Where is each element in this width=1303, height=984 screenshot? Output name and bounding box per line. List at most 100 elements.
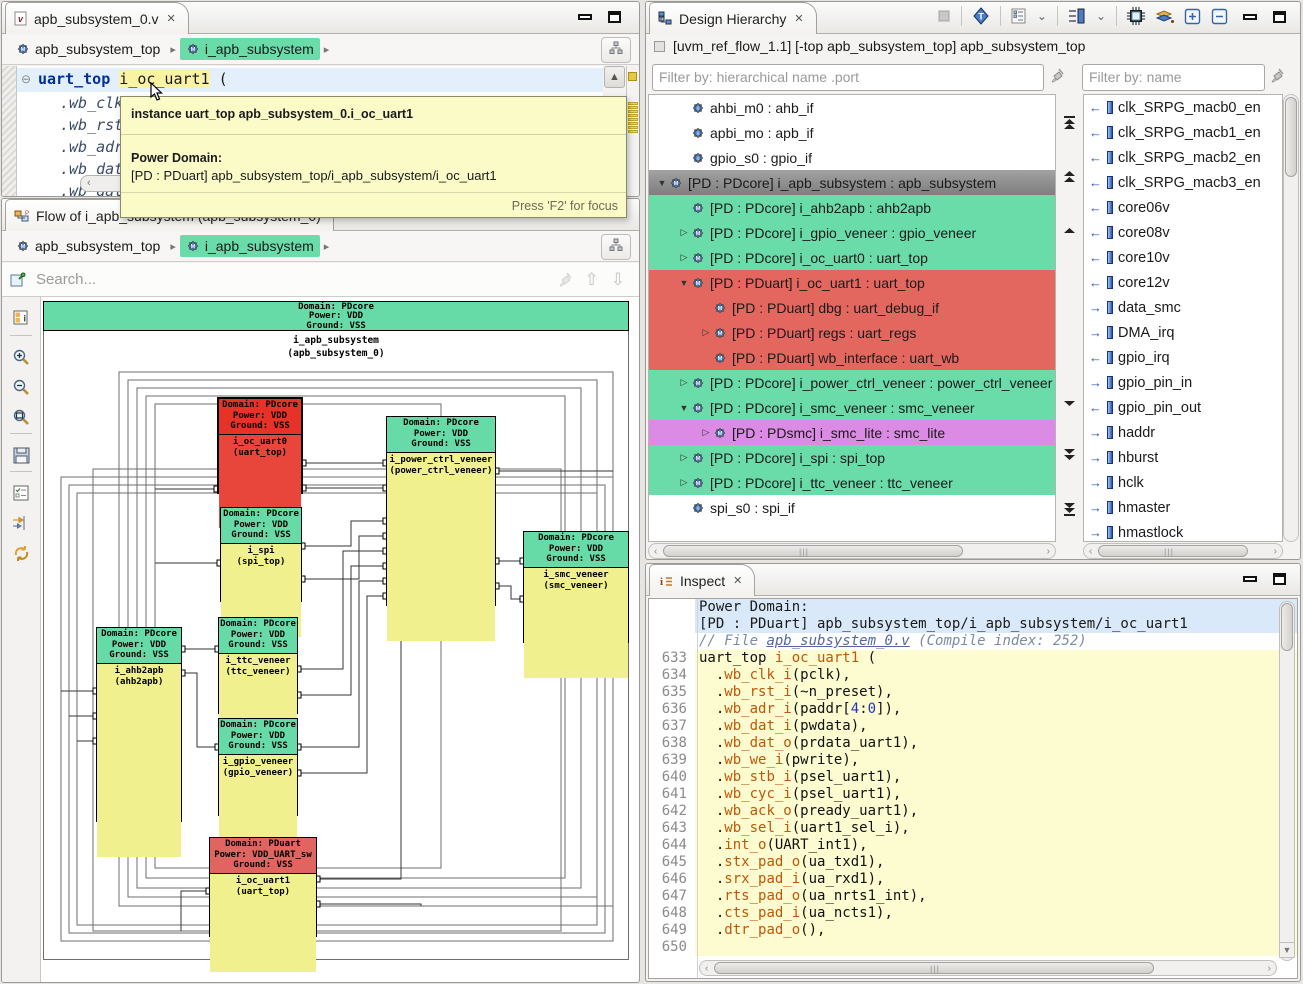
inspect-vscrollbar[interactable]	[1279, 601, 1295, 961]
port-item-core12v[interactable]: ←core12v	[1084, 270, 1282, 295]
expand-arrow-icon[interactable]: ▷	[699, 427, 713, 438]
tree-row[interactable]: ▷M[PD : PDcore] i_ttc_veneer : ttc_venee…	[649, 470, 1055, 495]
trace-signals-icon[interactable]	[9, 511, 33, 535]
ports-filter-input[interactable]: Filter by: name	[1082, 64, 1265, 91]
next-match-icon[interactable]: ⇩	[611, 270, 625, 290]
breadcrumb-item-i_apb_subsystem[interactable]: Mi_apb_subsystem	[180, 235, 320, 257]
breadcrumb-item-apb_subsystem_top[interactable]: Mapb_subsystem_top	[10, 38, 166, 60]
expand-arrow-icon[interactable]: ▷	[677, 227, 691, 238]
filter-types-icon[interactable]: T	[972, 7, 990, 25]
pin-view-icon[interactable]	[10, 272, 26, 288]
save-icon[interactable]	[9, 443, 33, 467]
port-item-hclk[interactable]: →hclk	[1084, 470, 1282, 495]
port-item-gpio_irq[interactable]: ←gpio_irq	[1084, 345, 1282, 370]
breadcrumb-toggle-button[interactable]	[601, 234, 631, 260]
port-item-DMA_irq[interactable]: →DMA_irq	[1084, 320, 1282, 345]
tree-row[interactable]: iapbi_mo : apb_if	[649, 120, 1055, 145]
port-item-data_smc[interactable]: →data_smc	[1084, 295, 1282, 320]
link-disabled-icon[interactable]	[937, 9, 951, 23]
expand-arrow-icon[interactable]: ▷	[677, 252, 691, 263]
tree-row[interactable]: igpio_s0 : gpio_if	[649, 145, 1055, 170]
tree-row[interactable]: ▼M[PD : PDcore] i_apb_subsystem : apb_su…	[649, 170, 1055, 195]
tree-row[interactable]: ▷M[PD : PDcore] i_oc_uart0 : uart_top	[649, 245, 1055, 270]
tree-row[interactable]: M[PD : PDuart] wb_interface : uart_wb	[649, 345, 1055, 370]
step-down-icon[interactable]	[1062, 396, 1077, 415]
tree-row[interactable]: M[PD : PDuart] dbg : uart_debug_if	[649, 295, 1055, 320]
diagram-block-i_smc_veneer[interactable]: Domain: PDcorePower: VDDGround: VSSi_smc…	[523, 531, 629, 643]
port-item-gpio_pin_out[interactable]: ←gpio_pin_out	[1084, 395, 1282, 420]
occurrence-marker[interactable]	[628, 114, 638, 117]
inspect-hscrollbar[interactable]: ‹› |||	[699, 960, 1277, 976]
page-down-icon[interactable]	[1062, 448, 1077, 467]
clear-filter-icon[interactable]	[1270, 68, 1285, 89]
tree-row[interactable]: ▼M[PD : PDcore] i_smc_veneer : smc_venee…	[649, 395, 1055, 420]
zoom-fit-icon[interactable]	[9, 405, 33, 429]
occurrence-marker[interactable]	[628, 106, 638, 109]
minimize-icon[interactable]	[1243, 14, 1257, 20]
maximize-icon[interactable]	[608, 11, 621, 23]
sash-divider[interactable]	[641, 0, 645, 984]
occurrence-marker[interactable]	[628, 130, 638, 133]
breadcrumb-toggle-button[interactable]	[601, 37, 631, 63]
editor-tab[interactable]: v apb_subsystem_0.v ✕	[5, 2, 189, 34]
tree-row[interactable]: M[PD : PDcore] i_ahb2apb : ahb2apb	[649, 195, 1055, 220]
port-item-hburst[interactable]: →hburst	[1084, 445, 1282, 470]
port-item-haddr[interactable]: →haddr	[1084, 420, 1282, 445]
minimize-icon[interactable]	[578, 14, 592, 20]
diagram-block-i_oc_uart1[interactable]: Domain: PDuartPower: VDD_UART_swGround: …	[209, 837, 317, 937]
ports-vscrollbar[interactable]	[1283, 94, 1299, 542]
occurrence-marker[interactable]	[628, 102, 638, 105]
properties-icon[interactable]	[9, 481, 33, 505]
page-up-icon[interactable]	[1062, 170, 1077, 189]
search-input[interactable]: Search...	[36, 271, 558, 288]
port-item-core06v[interactable]: ←core06v	[1084, 195, 1282, 220]
chevron-down-icon[interactable]: ⌄	[1037, 7, 1047, 25]
tree-row[interactable]: ▷M[PD : PDcore] i_gpio_veneer : gpio_ven…	[649, 220, 1055, 245]
goto-top-icon[interactable]	[1062, 116, 1077, 135]
scroll-down-icon[interactable]: ▼	[1279, 942, 1295, 958]
tree-row[interactable]: ▷M[PD : PDuart] regs : uart_regs	[649, 320, 1055, 345]
occurrence-marker[interactable]	[628, 126, 638, 129]
inspect-content[interactable]: Power Domain:[PD : PDuart] apb_subsystem…	[648, 598, 1298, 979]
hierarchy-filter-input[interactable]: Filter by: hierarchical name .port	[652, 64, 1044, 91]
close-icon[interactable]: ✕	[167, 12, 176, 25]
close-icon[interactable]: ✕	[794, 12, 803, 25]
occurrence-marker[interactable]	[628, 122, 638, 125]
diagram-block-i_ahb2apb[interactable]: Domain: PDcorePower: VDDGround: VSSi_ahb…	[96, 627, 182, 822]
diagram-block-i_spi[interactable]: Domain: PDcorePower: VDDGround: VSSi_spi…	[220, 507, 302, 602]
minimize-icon[interactable]	[1243, 576, 1257, 582]
tree-row[interactable]: iahbi_m0 : ahb_if	[649, 95, 1055, 120]
diagram-block-i_oc_uart0[interactable]: Domain: PDcorePower: VDDGround: VSSi_oc_…	[217, 397, 303, 494]
editor-scroll-up-button[interactable]: ▲	[604, 66, 625, 88]
goto-bottom-icon[interactable]	[1062, 502, 1077, 521]
maximize-icon[interactable]	[1273, 11, 1286, 23]
chevron-down-icon[interactable]: ⌄	[1096, 7, 1106, 25]
zoom-in-icon[interactable]	[9, 345, 33, 369]
layers-view-icon[interactable]	[1155, 9, 1174, 24]
port-item-core10v[interactable]: ←core10v	[1084, 245, 1282, 270]
chip-view-icon[interactable]	[1127, 7, 1145, 25]
diagram-info-icon[interactable]: i	[9, 305, 33, 329]
flow-diagram-canvas[interactable]: Domain: PDcorePower: VDDGround: VSS i_ap…	[41, 297, 639, 982]
inspect-tab[interactable]: i Inspect ✕	[649, 564, 755, 596]
port-item-clk_SRPG_macb0_en[interactable]: ←clk_SRPG_macb0_en	[1084, 95, 1282, 120]
list-menu-icon[interactable]	[1011, 8, 1027, 24]
expand-all-icon[interactable]	[1184, 8, 1201, 25]
zoom-out-icon[interactable]	[9, 375, 33, 399]
collapse-arrow-icon[interactable]: ▼	[677, 278, 691, 288]
tree-row[interactable]: ▷M[PD : PDsmc] i_smc_lite : smc_lite	[649, 420, 1055, 445]
editor-overview-ruler[interactable]	[626, 66, 639, 196]
tree-row[interactable]: ▷M[PD : PDcore] i_power_ctrl_veneer : po…	[649, 370, 1055, 395]
diagram-block-i_power_ctrl_veneer[interactable]: Domain: PDcorePower: VDDGround: VSSi_pow…	[386, 416, 496, 606]
close-icon[interactable]: ✕	[733, 574, 742, 587]
port-item-clk_SRPG_macb2_en[interactable]: ←clk_SRPG_macb2_en	[1084, 145, 1282, 170]
breadcrumb-item-apb_subsystem_top[interactable]: Mapb_subsystem_top	[10, 235, 166, 257]
occurrence-marker[interactable]	[628, 118, 638, 121]
expand-arrow-icon[interactable]: ▷	[677, 452, 691, 463]
previous-match-icon[interactable]: ⇧	[585, 270, 599, 290]
clear-filter-icon[interactable]	[1050, 68, 1065, 89]
collapse-all-icon[interactable]	[1211, 8, 1228, 25]
tree-row[interactable]: ▷M[PD : PDcore] i_spi : spi_top	[649, 445, 1055, 470]
columns-menu-icon[interactable]	[1068, 8, 1086, 24]
port-item-core08v[interactable]: ←core08v	[1084, 220, 1282, 245]
